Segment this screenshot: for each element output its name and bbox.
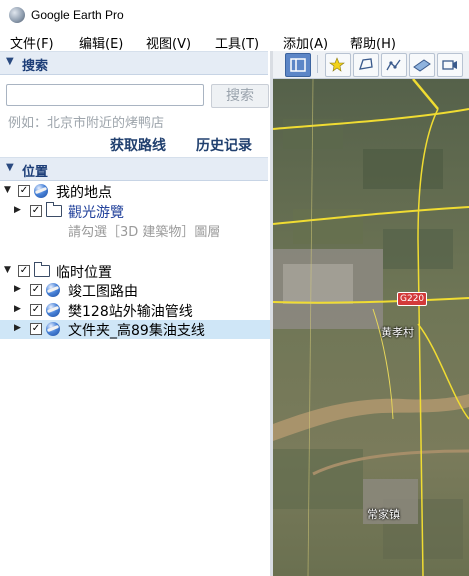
globe-icon xyxy=(46,283,60,297)
title-bar: Google Earth Pro xyxy=(0,0,469,31)
tree-item-label: 我的地点 xyxy=(56,185,112,201)
add-path-icon[interactable] xyxy=(381,53,407,77)
tree-item-label: 竣工图路由 xyxy=(68,284,138,300)
tree-item-note: 請勾選［3D 建築物］圖層 xyxy=(0,221,270,240)
checkbox[interactable]: ✓ xyxy=(30,205,42,217)
checkbox[interactable]: ✓ xyxy=(18,185,30,197)
tree-item-label: 觀光游覽 xyxy=(68,205,124,221)
tree-item-temp-places[interactable]: ▼ ✓ 临时位置 xyxy=(0,262,270,281)
checkbox[interactable]: ✓ xyxy=(30,284,42,296)
road-shield: G220 xyxy=(397,292,428,306)
search-panel-header[interactable]: ▼ 搜索 xyxy=(0,51,268,75)
search-hint: 例如：北京市附近的烤鸭店 xyxy=(8,116,165,131)
tree-item-my-places[interactable]: ▼ ✓ 我的地点 xyxy=(0,182,270,201)
collapse-arrow-icon[interactable]: ▼ xyxy=(4,185,11,195)
folder-open-icon xyxy=(34,262,50,277)
search-panel-title: 搜索 xyxy=(22,59,49,74)
get-directions-link[interactable]: 获取路线 xyxy=(110,135,166,155)
add-polygon-icon[interactable] xyxy=(353,53,379,77)
places-panel-header[interactable]: ▼ 位置 xyxy=(0,157,268,181)
sidebar: ▼ 搜索 搜索 例如：北京市附近的烤鸭店 获取路线 历史记录 ▼ 位置 ▼ ✓ … xyxy=(0,51,270,576)
menu-add[interactable]: 添加(A) xyxy=(283,33,328,52)
menu-tools[interactable]: 工具(T) xyxy=(215,33,259,52)
history-link[interactable]: 历史记录 xyxy=(196,135,252,155)
collapse-triangle-icon: ▼ xyxy=(6,56,14,67)
globe-icon xyxy=(46,322,60,336)
add-image-overlay-icon[interactable] xyxy=(409,53,435,77)
map-label: 黄孝村 xyxy=(381,326,414,339)
globe-icon xyxy=(46,303,60,317)
satellite-imagery xyxy=(273,79,469,576)
window-title: Google Earth Pro xyxy=(31,8,124,22)
tree-item-kml[interactable]: ▶ ✓ 樊128站外输油管线 xyxy=(0,301,270,320)
tree-item-label: 文件夹_高89集油支线 xyxy=(68,323,205,339)
expand-arrow-icon[interactable]: ▶ xyxy=(14,323,21,333)
menu-help[interactable]: 帮助(H) xyxy=(350,33,396,52)
collapse-arrow-icon[interactable]: ▼ xyxy=(4,265,11,275)
search-button[interactable]: 搜索 xyxy=(211,84,269,108)
sidebar-toggle-icon[interactable] xyxy=(285,53,311,77)
checkbox[interactable]: ✓ xyxy=(30,323,42,335)
toolbar-separator xyxy=(317,55,318,73)
places-panel-title: 位置 xyxy=(22,165,49,180)
menu-view[interactable]: 视图(V) xyxy=(146,33,191,52)
tree-item-label: 樊128站外输油管线 xyxy=(68,304,193,320)
search-input[interactable] xyxy=(6,84,204,106)
menu-bar: 文件(F) 编辑(E) 视图(V) 工具(T) 添加(A) 帮助(H) xyxy=(0,31,469,52)
toolbar xyxy=(273,51,469,79)
folder-icon xyxy=(46,202,62,217)
tree-item-kml[interactable]: ▶ ✓ 竣工图路由 xyxy=(0,281,270,300)
tree-item-kml-selected[interactable]: ▶ ✓ 文件夹_高89集油支线 xyxy=(0,320,270,339)
checkbox[interactable]: ✓ xyxy=(18,265,30,277)
expand-arrow-icon[interactable]: ▶ xyxy=(14,205,21,215)
expand-arrow-icon[interactable]: ▶ xyxy=(14,284,21,294)
checkbox[interactable]: ✓ xyxy=(30,304,42,316)
map-view[interactable]: G220 黄孝村 常家镇 xyxy=(273,79,469,576)
expand-arrow-icon[interactable]: ▶ xyxy=(14,304,21,314)
tree-item-label: 临时位置 xyxy=(56,265,112,281)
globe-icon xyxy=(34,184,48,198)
collapse-triangle-icon: ▼ xyxy=(6,162,14,173)
menu-file[interactable]: 文件(F) xyxy=(10,33,54,52)
menu-edit[interactable]: 编辑(E) xyxy=(79,33,123,52)
google-earth-logo-icon xyxy=(9,7,25,23)
record-tour-icon[interactable] xyxy=(437,53,463,77)
add-placemark-icon[interactable] xyxy=(325,53,351,77)
tree-item-sightseeing[interactable]: ▶ ✓ 觀光游覽 xyxy=(0,202,270,221)
map-label: 常家镇 xyxy=(367,508,400,521)
layer-note: 請勾選［3D 建築物］圖層 xyxy=(68,225,221,240)
